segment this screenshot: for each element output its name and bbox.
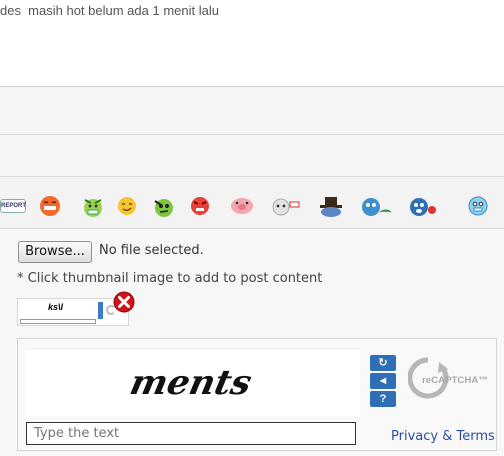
thumbnail-hint: * Click thumbnail image to add to post c… (17, 271, 323, 286)
captcha-challenge-word: ments (127, 363, 255, 403)
captcha-challenge-image: ments (26, 348, 360, 416)
file-status: No file selected. (99, 243, 204, 258)
thumbnail-buttons-preview (98, 302, 103, 319)
refresh-icon[interactable]: ↻ (370, 355, 396, 371)
toolbar-band (0, 135, 504, 177)
remove-thumbnail-icon[interactable] (113, 291, 135, 313)
winking-face-icon[interactable] (117, 196, 137, 216)
captcha-response-input[interactable] (26, 422, 356, 445)
privacy-terms-link[interactable]: Privacy & Terms (391, 429, 495, 444)
cloud-face-icon[interactable] (271, 196, 301, 216)
comment-separator-band (0, 86, 504, 135)
shocked-face-icon[interactable] (407, 196, 437, 216)
top-hat-face-icon[interactable] (317, 196, 345, 217)
thinking-face-icon[interactable] (152, 196, 173, 217)
browse-file-button[interactable]: Browse... (18, 241, 92, 263)
recaptcha-widget: ments ↻ ◄ ? reCAPTCHA™ Privacy & Terms (17, 338, 497, 451)
laughing-face-icon[interactable] (40, 196, 60, 216)
sick-face-icon[interactable] (82, 196, 102, 217)
report-emoticon[interactable]: REPORT (0, 199, 26, 213)
tired-face-icon[interactable] (360, 196, 392, 216)
angry-face-icon[interactable] (190, 196, 210, 216)
emoticon-bar: REPORT (0, 177, 504, 229)
help-icon[interactable]: ? (370, 391, 396, 407)
audio-icon[interactable]: ◄ (370, 373, 396, 389)
thumbnail-input-preview (20, 319, 96, 324)
recaptcha-logo-text: reCAPTCHA™ (422, 375, 488, 385)
cold-face-icon[interactable] (468, 196, 488, 216)
pig-face-icon[interactable] (230, 196, 253, 216)
thumbnail-word-image: ks\l (48, 302, 64, 312)
recaptcha-logo: reCAPTCHA™ (407, 356, 490, 402)
comment-text: des masih hot belum ada 1 menit lalu (0, 3, 219, 18)
